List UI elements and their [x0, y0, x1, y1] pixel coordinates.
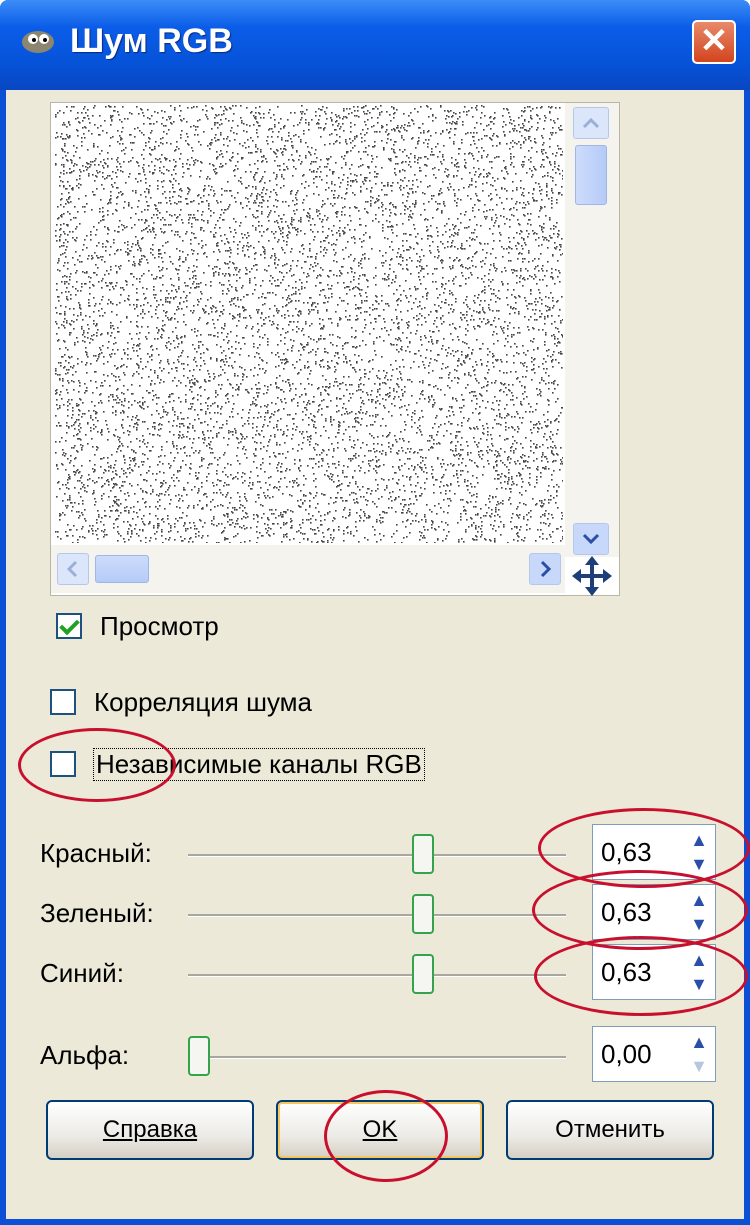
- chevron-down-icon: [582, 533, 600, 545]
- green-slider-row: Зеленый: 0,63 ▲ ▼: [40, 884, 730, 948]
- scroll-right-button[interactable]: [529, 553, 561, 585]
- help-button[interactable]: Справка: [46, 1100, 254, 1160]
- alpha-label: Альфа:: [40, 1040, 130, 1070]
- correlated-noise-row[interactable]: Корреляция шума: [50, 684, 312, 720]
- alpha-slider-row: Альфа: 0,00 ▲ ▼: [40, 1026, 730, 1090]
- red-slider-row: Красный: 0,63 ▲ ▼: [40, 824, 730, 888]
- preview-checkbox[interactable]: [56, 613, 82, 639]
- green-slider-track[interactable]: [188, 914, 566, 917]
- cancel-button-label: Отменить: [555, 1116, 665, 1143]
- independent-rgb-checkbox[interactable]: [50, 751, 76, 777]
- vertical-scrollbar[interactable]: [565, 103, 619, 557]
- red-slider-track[interactable]: [188, 854, 566, 857]
- spin-down-icon[interactable]: ▼: [687, 853, 711, 875]
- help-button-label: Справка: [102, 1116, 198, 1143]
- alpha-slider-track[interactable]: [188, 1056, 566, 1059]
- noise-preview-image[interactable]: [55, 105, 563, 543]
- preview-panel: [50, 102, 620, 596]
- green-slider-handle[interactable]: [412, 894, 435, 934]
- spin-up-icon[interactable]: ▲: [687, 829, 711, 851]
- spin-down-icon[interactable]: ▼: [687, 913, 711, 935]
- ok-button-label: OK: [362, 1116, 398, 1143]
- green-label: Зеленый:: [40, 898, 154, 928]
- independent-rgb-row[interactable]: Независимые каналы RGB: [50, 746, 425, 782]
- green-spinbox[interactable]: 0,63 ▲ ▼: [592, 884, 716, 940]
- close-button[interactable]: ✕: [692, 20, 736, 64]
- spin-up-icon[interactable]: ▲: [687, 949, 711, 971]
- navigate-move-icon[interactable]: [572, 556, 612, 596]
- chevron-up-icon: [582, 117, 600, 129]
- alpha-slider-handle[interactable]: [188, 1036, 210, 1076]
- horizontal-scrollbar[interactable]: [51, 545, 565, 593]
- blue-spinbox[interactable]: 0,63 ▲ ▼: [592, 944, 716, 1000]
- blue-slider-handle[interactable]: [412, 954, 435, 994]
- blue-slider-row: Синий: 0,63 ▲ ▼: [40, 944, 730, 1008]
- correlated-noise-label: Корреляция шума: [94, 686, 312, 717]
- independent-rgb-label: Независимые каналы RGB: [93, 747, 425, 781]
- scroll-down-button[interactable]: [573, 523, 609, 555]
- spin-down-icon[interactable]: ▼: [687, 973, 711, 995]
- red-label: Красный:: [40, 838, 152, 868]
- red-value: 0,63: [601, 837, 652, 867]
- preview-checkbox-row[interactable]: Просмотр: [56, 608, 219, 644]
- scroll-up-button[interactable]: [573, 107, 609, 139]
- vertical-scroll-thumb[interactable]: [575, 145, 607, 205]
- blue-slider-track[interactable]: [188, 974, 566, 977]
- scroll-left-button[interactable]: [57, 553, 89, 585]
- chevron-left-icon: [66, 560, 78, 578]
- red-spinbox[interactable]: 0,63 ▲ ▼: [592, 824, 716, 880]
- title-bar[interactable]: Шум RGB ✕: [0, 0, 750, 90]
- red-slider-handle[interactable]: [412, 834, 435, 874]
- spin-down-icon[interactable]: ▼: [687, 1055, 711, 1077]
- correlated-noise-checkbox[interactable]: [50, 689, 76, 715]
- spin-up-icon[interactable]: ▲: [687, 1031, 711, 1053]
- spin-up-icon[interactable]: ▲: [687, 889, 711, 911]
- dialog-client-area: Просмотр Корреляция шума Независимые кан…: [6, 90, 750, 1219]
- gimp-app-icon: [22, 31, 54, 53]
- ok-button[interactable]: OK: [276, 1100, 484, 1160]
- dialog-window: Шум RGB ✕ Просмотр Корреляция шума Незав…: [0, 0, 750, 1225]
- green-value: 0,63: [601, 897, 652, 927]
- chevron-right-icon: [540, 560, 552, 578]
- window-title: Шум RGB: [70, 22, 233, 60]
- blue-label: Синий:: [40, 958, 124, 988]
- alpha-spinbox[interactable]: 0,00 ▲ ▼: [592, 1026, 716, 1082]
- cancel-button[interactable]: Отменить: [506, 1100, 714, 1160]
- preview-checkbox-label: Просмотр: [100, 610, 219, 641]
- horizontal-scroll-thumb[interactable]: [95, 555, 149, 583]
- blue-value: 0,63: [601, 957, 652, 987]
- alpha-value: 0,00: [601, 1039, 652, 1069]
